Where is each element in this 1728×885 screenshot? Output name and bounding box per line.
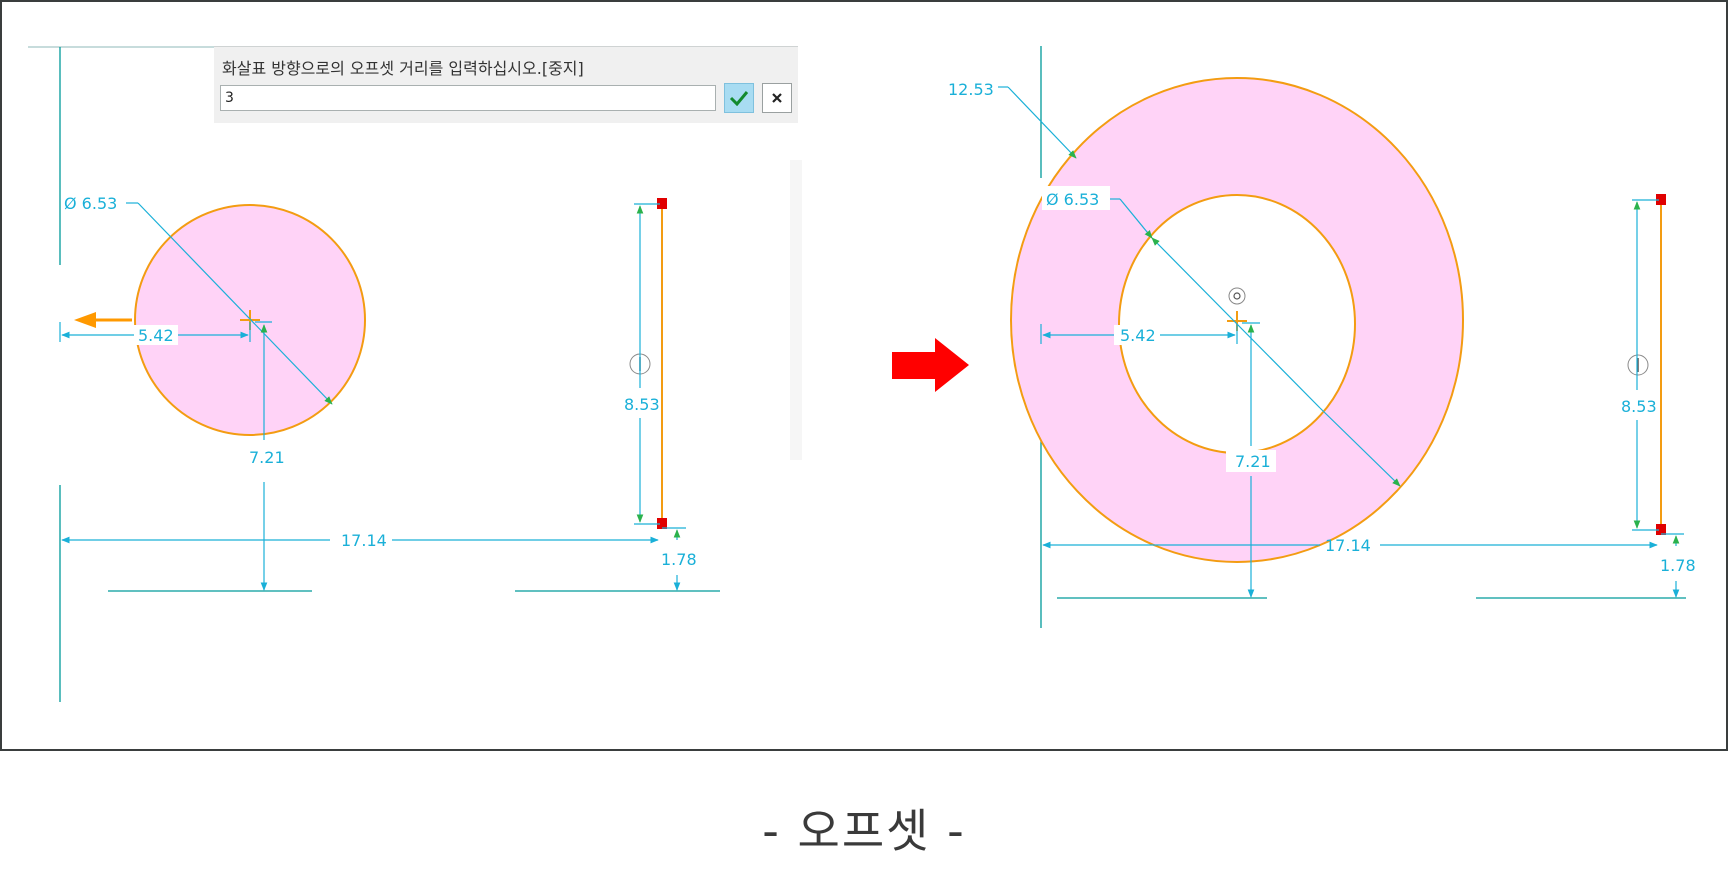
width-label[interactable]: 17.14 bbox=[1325, 536, 1371, 555]
outer-diameter-dimension-line bbox=[1007, 86, 1077, 159]
diameter-label[interactable]: Ø 6.53 bbox=[64, 194, 117, 213]
line-length-label[interactable]: 8.53 bbox=[1621, 397, 1657, 416]
line-length-label[interactable]: 8.53 bbox=[624, 395, 660, 414]
before-sketch: Ø 6.53 5.42 7.21 8.53 17.14 1.78 bbox=[28, 46, 720, 702]
horizontal-label[interactable]: 5.42 bbox=[1120, 326, 1156, 345]
after-sketch: 12.53 Ø 6.53 5.42 7.21 8.53 17.14 1.78 bbox=[948, 46, 1696, 628]
cancel-button[interactable] bbox=[762, 83, 792, 113]
offset-prompt-panel: 화살표 방향으로의 오프셋 거리를 입력하십시오.[중지] bbox=[214, 46, 798, 123]
left-arrow-icon[interactable] bbox=[74, 312, 132, 328]
horizontal-label[interactable]: 5.42 bbox=[138, 326, 174, 345]
ok-button[interactable] bbox=[724, 83, 754, 113]
vertical-label[interactable]: 7.21 bbox=[249, 448, 285, 467]
diameter-label[interactable]: Ø 6.53 bbox=[1046, 190, 1099, 209]
vertical-constraint-icon[interactable] bbox=[1627, 354, 1649, 376]
prompt-message: 화살표 방향으로의 오프셋 거리를 입력하십시오.[중지] bbox=[222, 59, 584, 78]
line-offset-label[interactable]: 1.78 bbox=[1660, 556, 1696, 575]
panel-fade bbox=[790, 160, 802, 460]
sketch-canvas: Ø 6.53 5.42 7.21 8.53 17.14 1.78 12.53 Ø… bbox=[28, 46, 1696, 702]
figure-caption: - 오프셋 - bbox=[762, 804, 966, 858]
width-label[interactable]: 17.14 bbox=[341, 531, 387, 550]
close-icon bbox=[772, 93, 782, 103]
checkmark-icon bbox=[729, 91, 749, 106]
right-arrow-icon bbox=[892, 338, 969, 392]
coincident-constraint-icon[interactable] bbox=[1228, 287, 1246, 305]
line-offset-label[interactable]: 1.78 bbox=[661, 550, 697, 569]
outer-diameter-label[interactable]: 12.53 bbox=[948, 80, 994, 99]
offset-distance-input[interactable] bbox=[220, 85, 716, 111]
vertical-label[interactable]: 7.21 bbox=[1235, 452, 1271, 471]
